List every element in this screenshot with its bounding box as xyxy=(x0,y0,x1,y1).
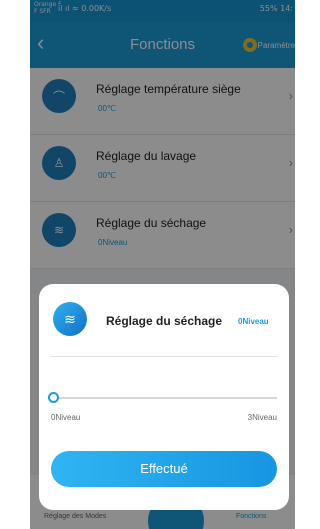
dialog-value: 0Niveau xyxy=(238,317,269,326)
slider-thumb[interactable] xyxy=(48,392,59,403)
app-screen: Orange F F SFR ıl ıl ≈ 0.00K/s 55% 14: ‹… xyxy=(30,0,295,529)
dialog-title: Réglage du séchage xyxy=(106,314,223,328)
drying-dialog: ≋ Réglage du séchage 0Niveau 0Niveau 3Ni… xyxy=(39,284,289,510)
dryer-icon: ≋ xyxy=(53,302,87,336)
confirm-button[interactable]: Effectué xyxy=(51,451,277,487)
divider xyxy=(51,356,277,357)
slider-track[interactable] xyxy=(51,397,277,399)
slider-max-label: 3Niveau xyxy=(247,413,277,422)
slider-min-label: 0Niveau xyxy=(51,413,81,422)
